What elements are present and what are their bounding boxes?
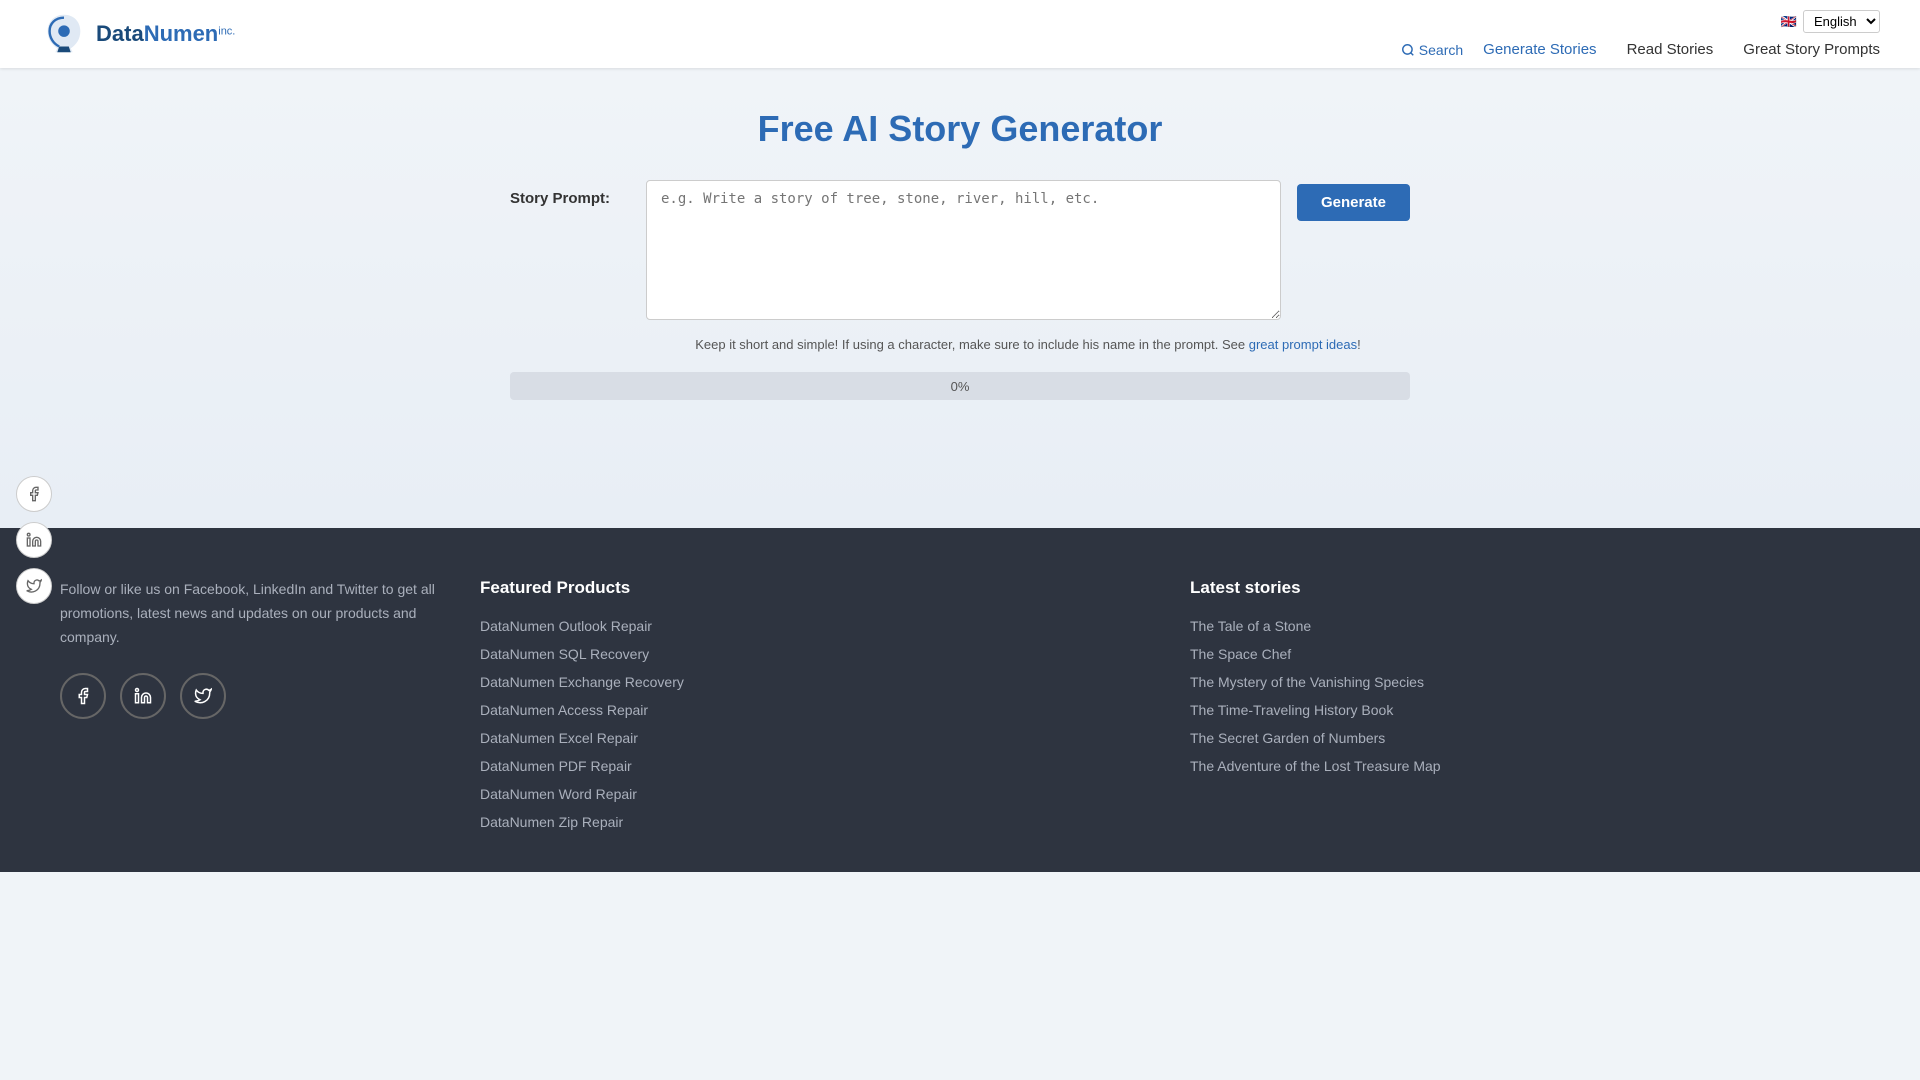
nav-read-stories[interactable]: Read Stories (1627, 41, 1714, 58)
header: DataNumeninc. 🇬🇧 English Search Generate… (0, 0, 1920, 68)
product-list-item[interactable]: DataNumen Access Repair (480, 702, 1150, 720)
language-select[interactable]: English (1803, 10, 1880, 33)
great-prompt-ideas-link[interactable]: great prompt ideas (1249, 337, 1357, 352)
story-list-item[interactable]: The Space Chef (1190, 646, 1860, 664)
product-list-item[interactable]: DataNumen Exchange Recovery (480, 674, 1150, 692)
story-list-item[interactable]: The Tale of a Stone (1190, 618, 1860, 636)
footer-social-icons (60, 673, 440, 719)
page-title: Free AI Story Generator (758, 108, 1163, 150)
sidebar-linkedin-icon[interactable] (16, 522, 52, 558)
product-list-item[interactable]: DataNumen SQL Recovery (480, 646, 1150, 664)
footer-about: Follow or like us on Facebook, LinkedIn … (60, 578, 440, 832)
textarea-wrapper (646, 180, 1281, 325)
sidebar-twitter-icon[interactable] (16, 568, 52, 604)
products-list: DataNumen Outlook Repair DataNumen SQL Re… (480, 618, 1150, 832)
main-content: Free AI Story Generator Story Prompt: Ge… (0, 68, 1920, 528)
product-list-item[interactable]: DataNumen Outlook Repair (480, 618, 1150, 636)
nav-great-prompts[interactable]: Great Story Prompts (1743, 41, 1880, 58)
search-button[interactable]: Search (1401, 42, 1463, 58)
footer-facebook-icon[interactable] (60, 673, 106, 719)
latest-stories-title: Latest stories (1190, 578, 1860, 598)
progress-label: 0% (951, 379, 970, 394)
hint-text: Keep it short and simple! If using a cha… (695, 337, 1361, 352)
nav-generate-stories[interactable]: Generate Stories (1483, 41, 1596, 58)
footer-description: Follow or like us on Facebook, LinkedIn … (60, 578, 440, 649)
sidebar-facebook-icon[interactable] (16, 476, 52, 512)
header-right: 🇬🇧 English Search Generate Stories Read … (1401, 10, 1880, 58)
product-list-item[interactable]: DataNumen Zip Repair (480, 814, 1150, 832)
logo-text: DataNumeninc. (96, 21, 235, 47)
logo[interactable]: DataNumeninc. (40, 10, 235, 58)
product-list-item[interactable]: DataNumen Word Repair (480, 786, 1150, 804)
language-selector[interactable]: 🇬🇧 English (1781, 10, 1880, 33)
story-list-item[interactable]: The Adventure of the Lost Treasure Map (1190, 758, 1860, 776)
social-sidebar (16, 476, 52, 604)
product-list-item[interactable]: DataNumen Excel Repair (480, 730, 1150, 748)
footer: Follow or like us on Facebook, LinkedIn … (0, 528, 1920, 872)
featured-products-title: Featured Products (480, 578, 1150, 598)
progress-bar: 0% (510, 372, 1410, 400)
footer-products: Featured Products DataNumen Outlook Repa… (480, 578, 1150, 832)
footer-stories: Latest stories The Tale of a Stone The Sp… (1190, 578, 1860, 832)
footer-twitter-icon[interactable] (180, 673, 226, 719)
story-prompt-label: Story Prompt: (510, 190, 630, 207)
story-prompt-input[interactable] (646, 180, 1281, 320)
search-label: Search (1419, 42, 1463, 58)
story-list-item[interactable]: The Time-Traveling History Book (1190, 702, 1860, 720)
stories-list: The Tale of a Stone The Space Chef The Mys… (1190, 618, 1860, 776)
main-nav: Generate Stories Read Stories Great Stor… (1483, 41, 1880, 58)
footer-linkedin-icon[interactable] (120, 673, 166, 719)
product-list-item[interactable]: DataNumen PDF Repair (480, 758, 1150, 776)
story-form: Story Prompt: Generate (510, 180, 1410, 325)
story-list-item[interactable]: The Secret Garden of Numbers (1190, 730, 1860, 748)
generate-button[interactable]: Generate (1297, 184, 1410, 221)
story-list-item[interactable]: The Mystery of the Vanishing Species (1190, 674, 1860, 692)
